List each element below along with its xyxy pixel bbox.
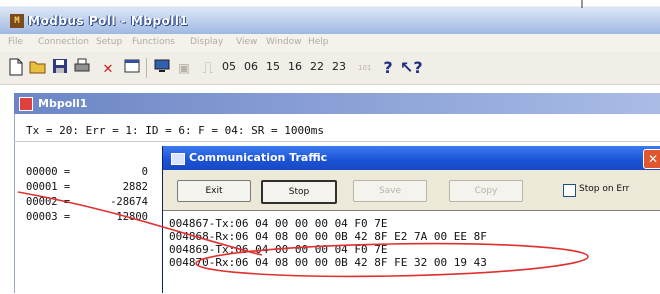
window-icon[interactable]: [122, 58, 142, 78]
traffic-window-icon: [171, 153, 185, 165]
pulse-icon[interactable]: ⎍: [198, 58, 218, 78]
poll-status-line: Tx = 20: Err = 1: ID = 6: F = 04: SR = 1…: [26, 124, 325, 137]
function-22-button[interactable]: 22: [310, 60, 324, 73]
function-23-button[interactable]: 23: [332, 60, 346, 73]
document-titlebar[interactable]: Mbpoll1: [14, 93, 660, 114]
open-folder-icon[interactable]: [28, 58, 48, 78]
register-value[interactable]: 0: [84, 166, 148, 178]
menu-file[interactable]: File: [8, 37, 23, 47]
menu-display[interactable]: Display: [190, 37, 223, 47]
document-icon: [19, 97, 33, 111]
log-line: 004868-Rx:06 04 08 00 00 0B 42 8F E2 7A …: [169, 230, 487, 243]
menu-setup[interactable]: Setup: [96, 37, 122, 47]
print-icon[interactable]: [72, 58, 92, 78]
function-15-button[interactable]: 15: [266, 60, 280, 73]
menu-connection[interactable]: Connection: [38, 37, 89, 47]
toolbar-separator: [146, 58, 147, 78]
stop-button[interactable]: Stop: [261, 180, 337, 204]
traffic-log[interactable]: 004867-Tx:06 04 00 00 00 04 F0 7E 004868…: [163, 210, 660, 294]
clipboard-icon[interactable]: ▣: [174, 58, 194, 78]
document-title: Mbpoll1: [38, 97, 88, 110]
traffic-title: Communication Traffic: [189, 151, 328, 164]
menu-bar: File Connection Setup Functions Display …: [0, 34, 660, 52]
menu-window[interactable]: Window: [266, 37, 302, 47]
exit-button[interactable]: Exit: [177, 180, 251, 202]
menu-functions[interactable]: Functions: [132, 37, 175, 47]
menu-help[interactable]: Help: [308, 37, 329, 47]
function-16-button[interactable]: 16: [288, 60, 302, 73]
log-line: 004870-Rx:06 04 08 00 00 0B 42 8F FE 32 …: [169, 256, 487, 269]
save-disk-icon[interactable]: [50, 58, 70, 78]
traffic-titlebar[interactable]: Communication Traffic ✕: [163, 146, 660, 170]
function-05-button[interactable]: 05: [222, 60, 236, 73]
toolbar: ✕ ▣ ⎍ 05 06 15 16 22 23 101 ? ↖?: [0, 52, 660, 85]
monitor-icon[interactable]: [152, 58, 172, 78]
function-06-button[interactable]: 06: [244, 60, 258, 73]
log-line: 004869-Tx:06 04 00 00 00 04 F0 7E: [169, 243, 388, 256]
register-address: 00002 =: [26, 196, 71, 208]
register-value[interactable]: 2882: [84, 181, 148, 193]
status-divider: [14, 141, 660, 142]
register-address: 00001 =: [26, 181, 71, 193]
menu-view[interactable]: View: [236, 37, 257, 47]
register-value[interactable]: 12800: [84, 211, 148, 223]
context-help-icon[interactable]: ↖?: [400, 58, 423, 78]
log-line: 004867-Tx:06 04 00 00 00 04 F0 7E: [169, 217, 388, 230]
register-value[interactable]: -28674: [84, 196, 148, 208]
function-101-button[interactable]: 101: [358, 64, 371, 72]
app-titlebar: M Modbus Poll - Mbpoll1: [0, 0, 660, 34]
app-title: Modbus Poll - Mbpoll1: [28, 14, 189, 28]
close-icon[interactable]: ✕: [643, 149, 660, 169]
modbus-app-icon: M: [10, 14, 24, 28]
stop-on-error-label: Stop on Err: [579, 184, 630, 194]
register-address: 00003 =: [26, 211, 71, 223]
register-address: 00000 =: [26, 166, 71, 178]
copy-button[interactable]: Copy: [449, 180, 523, 202]
save-button[interactable]: Save: [353, 180, 427, 202]
new-document-icon[interactable]: [6, 58, 26, 78]
help-icon[interactable]: ?: [378, 58, 398, 78]
delete-icon[interactable]: ✕: [98, 58, 118, 78]
stop-on-error-checkbox[interactable]: [563, 184, 576, 197]
communication-traffic-window: Communication Traffic ✕ Exit Stop Save C…: [162, 146, 660, 294]
